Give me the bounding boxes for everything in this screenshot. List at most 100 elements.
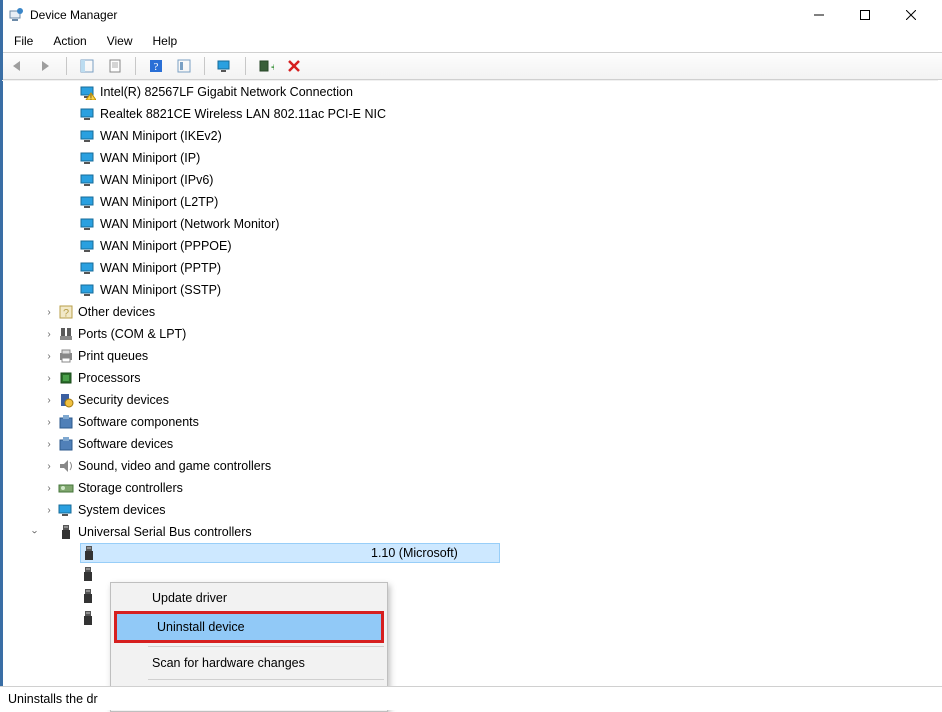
- scan-hardware-button[interactable]: [213, 55, 237, 77]
- expand-icon[interactable]: ›: [42, 305, 56, 319]
- toolbar: ? +: [0, 52, 942, 80]
- expand-icon[interactable]: ›: [42, 415, 56, 429]
- minimize-button[interactable]: [796, 0, 842, 30]
- storage-icon: [58, 480, 74, 496]
- show-hide-console-tree-button[interactable]: [75, 55, 99, 77]
- network-adapter-icon: [80, 194, 96, 210]
- device-item[interactable]: WAN Miniport (SSTP): [2, 279, 938, 301]
- device-item[interactable]: Realtek 8821CE Wireless LAN 802.11ac PCI…: [2, 103, 938, 125]
- expand-icon[interactable]: ›: [42, 393, 56, 407]
- category-other-devices[interactable]: ›?Other devices: [2, 301, 938, 323]
- ctx-uninstall-device[interactable]: Uninstall device: [117, 614, 381, 640]
- printer-icon: [58, 348, 74, 364]
- device-label: Realtek 8821CE Wireless LAN 802.11ac PCI…: [100, 107, 386, 121]
- category-software-devices[interactable]: › Software devices: [2, 433, 938, 455]
- ctx-scan-hardware[interactable]: Scan for hardware changes: [112, 650, 386, 676]
- category-print-queues[interactable]: › Print queues: [2, 345, 938, 367]
- expand-icon[interactable]: ›: [42, 481, 56, 495]
- expand-icon[interactable]: ›: [42, 327, 56, 341]
- toolbar-divider: [245, 57, 246, 75]
- context-divider: [148, 646, 384, 647]
- forward-button[interactable]: [34, 55, 58, 77]
- uninstall-device-button[interactable]: [282, 55, 306, 77]
- device-item[interactable]: WAN Miniport (IKEv2): [2, 125, 938, 147]
- device-label: WAN Miniport (Network Monitor): [100, 217, 279, 231]
- app-icon: [8, 7, 24, 23]
- device-item-selected[interactable]: 1.10 (Microsoft): [80, 543, 500, 563]
- category-ports[interactable]: › Ports (COM & LPT): [2, 323, 938, 345]
- category-security-devices[interactable]: › Security devices: [2, 389, 938, 411]
- category-label: Security devices: [78, 393, 169, 407]
- close-button[interactable]: [888, 0, 934, 30]
- category-label: Software components: [78, 415, 199, 429]
- expand-icon[interactable]: ›: [42, 459, 56, 473]
- network-adapter-icon: [80, 282, 96, 298]
- status-text: Uninstalls the dr: [8, 692, 98, 706]
- add-legacy-hardware-button[interactable]: +: [254, 55, 278, 77]
- svg-text:+: +: [271, 62, 274, 73]
- port-icon: [58, 326, 74, 342]
- device-label: WAN Miniport (L2TP): [100, 195, 218, 209]
- device-item[interactable]: WAN Miniport (L2TP): [2, 191, 938, 213]
- category-storage-controllers[interactable]: › Storage controllers: [2, 477, 938, 499]
- svg-text:?: ?: [154, 61, 159, 73]
- usb-icon: [80, 566, 96, 582]
- device-item[interactable]: ! Intel(R) 82567LF Gigabit Network Conne…: [2, 81, 938, 103]
- device-item[interactable]: WAN Miniport (IP): [2, 147, 938, 169]
- maximize-button[interactable]: [842, 0, 888, 30]
- highlight-uninstall: Uninstall device: [114, 611, 384, 643]
- properties-button[interactable]: [103, 55, 127, 77]
- category-label: Software devices: [78, 437, 173, 451]
- device-label: Intel(R) 82567LF Gigabit Network Connect…: [100, 85, 353, 99]
- expand-icon[interactable]: ›: [42, 349, 56, 363]
- title-bar: Device Manager: [0, 0, 942, 30]
- toolbar-divider: [135, 57, 136, 75]
- category-system-devices[interactable]: › System devices: [2, 499, 938, 521]
- device-label: WAN Miniport (IKEv2): [100, 129, 222, 143]
- device-item[interactable]: WAN Miniport (PPTP): [2, 257, 938, 279]
- category-label: Ports (COM & LPT): [78, 327, 186, 341]
- help-button[interactable]: ?: [144, 55, 168, 77]
- svg-text:?: ?: [63, 308, 69, 320]
- network-adapter-icon: [80, 238, 96, 254]
- software-device-icon: [58, 436, 74, 452]
- category-usb-controllers[interactable]: › Universal Serial Bus controllers: [2, 521, 938, 543]
- category-processors[interactable]: › Processors: [2, 367, 938, 389]
- usb-icon: [81, 545, 97, 561]
- device-label: WAN Miniport (PPTP): [100, 261, 221, 275]
- expand-icon[interactable]: ›: [42, 503, 56, 517]
- action-center-button[interactable]: [172, 55, 196, 77]
- category-label: Storage controllers: [78, 481, 183, 495]
- device-item[interactable]: WAN Miniport (PPPOE): [2, 235, 938, 257]
- usb-icon: [80, 588, 96, 604]
- ctx-update-driver[interactable]: Update driver: [112, 585, 386, 611]
- expand-icon[interactable]: ›: [42, 437, 56, 451]
- category-label: Print queues: [78, 349, 148, 363]
- back-button[interactable]: [6, 55, 30, 77]
- category-software-components[interactable]: › Software components: [2, 411, 938, 433]
- menu-help[interactable]: Help: [143, 32, 188, 50]
- status-bar: Uninstalls the dr: [0, 686, 942, 710]
- category-sound-controllers[interactable]: ›Sound, video and game controllers: [2, 455, 938, 477]
- collapse-icon[interactable]: ›: [28, 525, 42, 539]
- speaker-icon: [58, 458, 74, 474]
- system-device-icon: [58, 502, 74, 518]
- device-item[interactable]: WAN Miniport (IPv6): [2, 169, 938, 191]
- toolbar-divider: [66, 57, 67, 75]
- processor-icon: [58, 370, 74, 386]
- device-label: WAN Miniport (PPPOE): [100, 239, 232, 253]
- menu-action[interactable]: Action: [43, 32, 96, 50]
- menu-view[interactable]: View: [97, 32, 143, 50]
- menu-bar: File Action View Help: [0, 30, 942, 52]
- device-item[interactable]: WAN Miniport (Network Monitor): [2, 213, 938, 235]
- svg-text:!: !: [90, 95, 92, 101]
- expand-icon[interactable]: ›: [42, 371, 56, 385]
- other-device-icon: ?: [58, 304, 74, 320]
- window-title: Device Manager: [30, 8, 117, 22]
- device-label: WAN Miniport (IPv6): [100, 173, 213, 187]
- network-adapter-icon: [80, 128, 96, 144]
- category-label: Processors: [78, 371, 141, 385]
- menu-file[interactable]: File: [4, 32, 43, 50]
- device-label: WAN Miniport (SSTP): [100, 283, 221, 297]
- category-label: System devices: [78, 503, 166, 517]
